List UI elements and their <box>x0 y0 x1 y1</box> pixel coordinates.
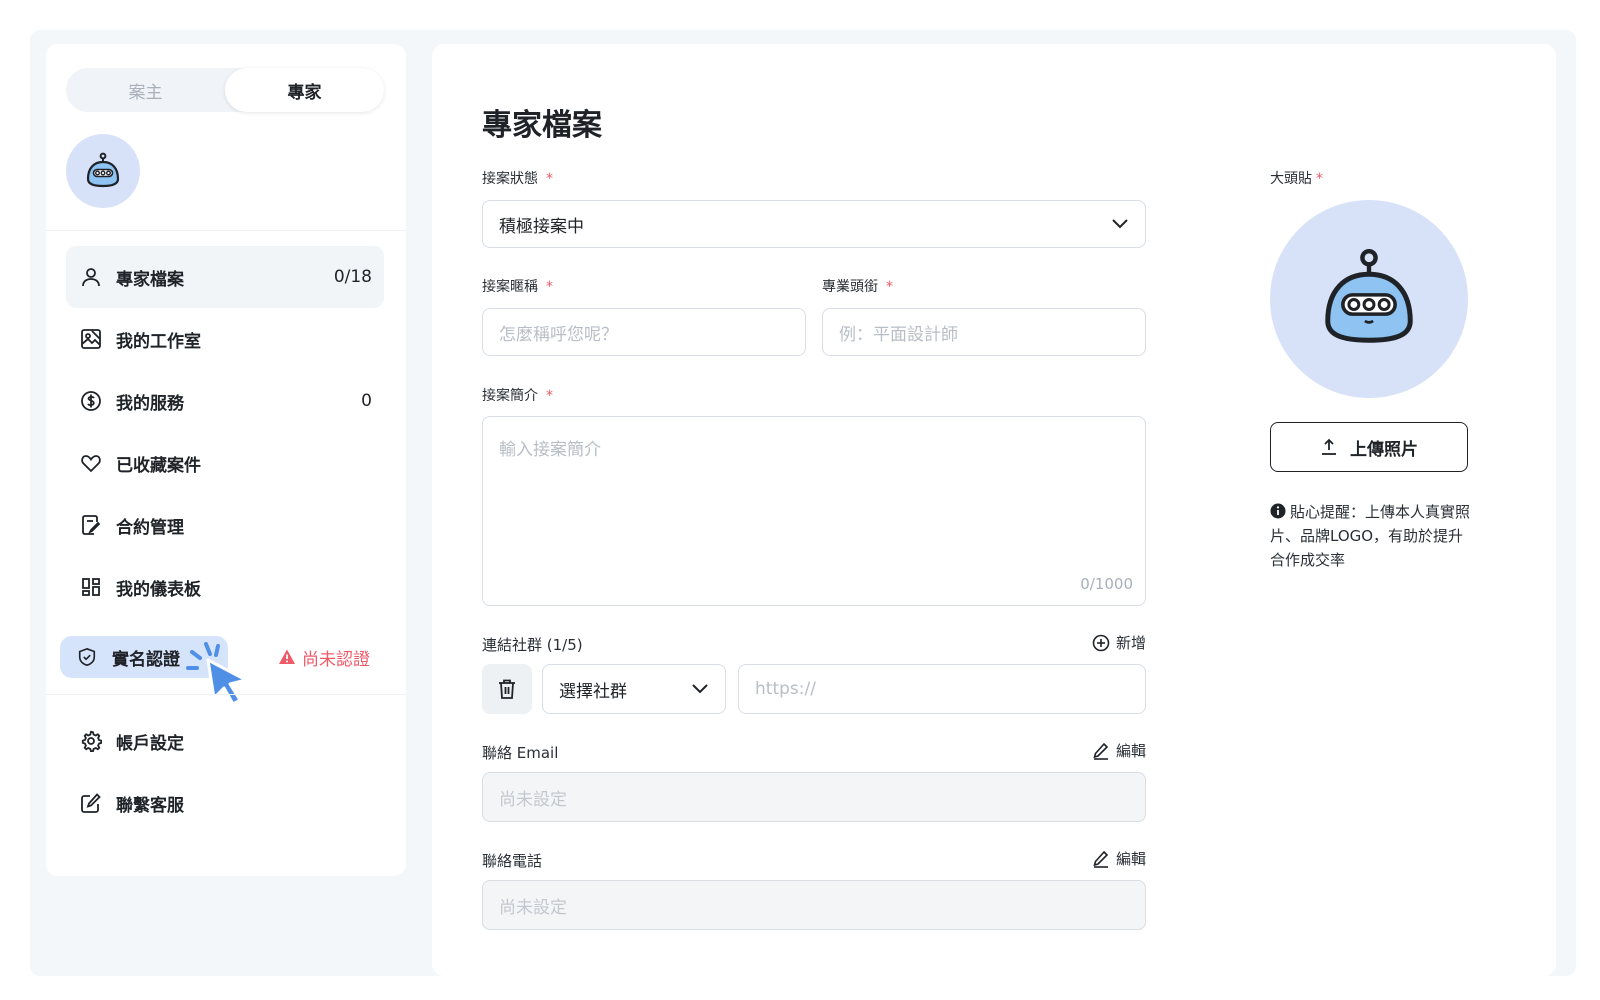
sidebar-item-account-settings[interactable]: 帳戶設定 <box>66 710 384 772</box>
nickname-placeholder: 怎麼稱呼您呢？ <box>499 324 618 345</box>
required-mark: * <box>1316 171 1323 187</box>
shield-check-icon <box>74 644 100 670</box>
robot-avatar-icon <box>1325 248 1413 343</box>
status-select-value: 積極接案中 <box>499 216 584 237</box>
add-social-label: 新增 <box>1116 634 1147 652</box>
user-icon <box>78 264 104 290</box>
social-label: 連結社群 (1/5) <box>482 636 583 654</box>
status-select[interactable]: 積極接案中 <box>482 200 1146 248</box>
sidebar-item-label: 合約管理 <box>116 517 184 538</box>
edit-square-icon <box>78 790 104 816</box>
trash-icon <box>499 679 515 699</box>
page-title: 專家檔案 <box>482 108 602 143</box>
verification-status: 尚未認證 <box>278 636 370 678</box>
intro-char-counter: 0/1000 <box>1080 575 1133 593</box>
sidebar-divider <box>46 230 406 231</box>
required-mark: * <box>546 279 553 295</box>
social-platform-select[interactable]: 選擇社群 <box>542 664 726 714</box>
sidebar-item-contracts[interactable]: 合約管理 <box>66 494 384 556</box>
sidebar-item-label: 聯繫客服 <box>116 795 184 816</box>
sidebar-item-label: 我的工作室 <box>116 331 201 352</box>
avatar[interactable] <box>66 134 140 208</box>
dollar-circle-icon <box>78 388 104 414</box>
upload-tip-text: 貼心提醒：上傳本人真實照片、品牌LOGO，有助於提升合作成交率 <box>1270 503 1471 569</box>
intro-label: 接案簡介 * <box>482 385 553 405</box>
job-title-label-text: 專業頭銜 <box>822 279 878 295</box>
nickname-label: 接案暱稱 * <box>482 276 553 296</box>
add-social-button[interactable]: 新增 <box>1092 632 1146 653</box>
edit-email-label: 編輯 <box>1116 742 1147 760</box>
required-mark: * <box>546 171 553 187</box>
required-mark: * <box>546 388 553 404</box>
pencil-icon <box>1093 742 1109 760</box>
sidebar-divider <box>46 694 406 695</box>
gear-icon <box>78 728 104 754</box>
nickname-input[interactable]: 怎麼稱呼您呢？ <box>482 308 806 356</box>
sidebar-item-label: 專家檔案 <box>116 269 184 290</box>
job-title-input[interactable]: 例：平面設計師 <box>822 308 1146 356</box>
contract-sign-icon <box>78 512 104 538</box>
plus-circle-icon <box>1092 634 1110 651</box>
sidebar-item-label: 帳戶設定 <box>116 733 184 754</box>
verification-status-text: 尚未認證 <box>302 649 370 670</box>
edit-phone-button[interactable]: 編輯 <box>1092 848 1146 869</box>
avatar-label-text: 大頭貼 <box>1270 171 1312 187</box>
profile-avatar <box>1270 200 1468 398</box>
email-field[interactable]: 尚未設定 <box>482 772 1146 822</box>
sidebar: 案主 專家 專家檔案 0/18 我的工作室 我的服務 0 已收藏案件 合約管理 … <box>46 44 406 876</box>
status-label-text: 接案狀態 <box>482 171 538 187</box>
heart-icon <box>78 450 104 476</box>
upload-photo-label: 上傳照片 <box>1350 439 1418 460</box>
social-url-placeholder: https:// <box>755 679 816 699</box>
sidebar-item-label: 我的儀表板 <box>116 579 201 600</box>
info-icon <box>1270 503 1286 519</box>
phone-placeholder: 尚未設定 <box>499 897 567 918</box>
sidebar-item-contact-support[interactable]: 聯繫客服 <box>66 772 384 834</box>
sidebar-item-studio[interactable]: 我的工作室 <box>66 308 384 370</box>
phone-field[interactable]: 尚未設定 <box>482 880 1146 930</box>
main-panel: 專家檔案 接案狀態 * 積極接案中 接案暱稱 * 怎麼稱呼您呢？ 專業頭銜 * 例：平… <box>432 44 1556 976</box>
profile-progress-count: 0/18 <box>333 267 372 287</box>
pencil-icon <box>1093 850 1109 868</box>
job-title-placeholder: 例：平面設計師 <box>839 324 958 345</box>
email-placeholder: 尚未設定 <box>499 789 567 810</box>
role-toggle: 案主 專家 <box>66 68 384 112</box>
role-client-option[interactable]: 案主 <box>66 68 225 112</box>
sidebar-item-services[interactable]: 我的服務 0 <box>66 370 384 432</box>
sidebar-item-dashboard[interactable]: 我的儀表板 <box>66 556 384 618</box>
role-expert-option[interactable]: 專家 <box>225 68 384 112</box>
social-platform-value: 選擇社群 <box>559 681 627 702</box>
intro-placeholder: 輸入接案簡介 <box>499 440 601 460</box>
required-mark: * <box>886 279 893 295</box>
edit-phone-label: 編輯 <box>1116 850 1147 868</box>
dashboard-grid-icon <box>78 574 104 600</box>
pointer-cursor-icon <box>186 642 248 706</box>
email-label: 聯絡 Email <box>482 744 559 762</box>
sidebar-item-expert-profile[interactable]: 專家檔案 0/18 <box>66 246 384 308</box>
chevron-down-icon <box>1112 219 1128 229</box>
phone-label: 聯絡電話 <box>482 852 543 870</box>
sidebar-item-label: 已收藏案件 <box>116 455 201 476</box>
chevron-down-icon <box>692 684 708 694</box>
studio-image-icon <box>78 326 104 352</box>
nickname-label-text: 接案暱稱 <box>482 279 538 295</box>
avatar-label: 大頭貼 * <box>1270 168 1323 188</box>
edit-email-button[interactable]: 編輯 <box>1092 740 1146 761</box>
intro-label-text: 接案簡介 <box>482 388 538 404</box>
status-label: 接案狀態 * <box>482 168 553 188</box>
sidebar-item-label: 我的服務 <box>116 393 184 414</box>
social-url-input[interactable]: https:// <box>738 664 1146 714</box>
robot-avatar-icon <box>86 152 120 188</box>
warning-icon <box>279 649 295 664</box>
intro-textarea[interactable]: 輸入接案簡介 0/1000 <box>482 416 1146 606</box>
upload-icon <box>1322 438 1336 455</box>
upload-tip: 貼心提醒：上傳本人真實照片、品牌LOGO，有助於提升合作成交率 <box>1270 500 1470 572</box>
job-title-label: 專業頭銜 * <box>822 276 893 296</box>
sidebar-item-saved-cases[interactable]: 已收藏案件 <box>66 432 384 494</box>
upload-photo-button[interactable]: 上傳照片 <box>1270 422 1468 472</box>
services-count: 0 <box>361 391 372 411</box>
delete-social-button[interactable] <box>482 664 532 714</box>
